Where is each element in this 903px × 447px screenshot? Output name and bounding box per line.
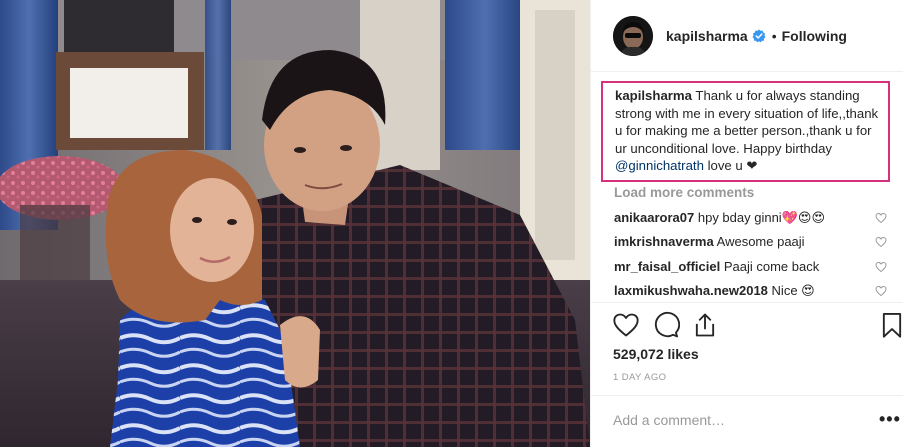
- caption: kapilsharma Thank u for always standing …: [601, 81, 890, 182]
- comment-username[interactable]: anikaarora07: [614, 210, 694, 225]
- add-comment-input[interactable]: [613, 410, 853, 430]
- comment-item: imkrishnaverma Awesome paaji: [614, 233, 889, 251]
- like-count[interactable]: 529,072 likes: [613, 346, 699, 362]
- post-sidebar: kapilsharma • Following kapilsharma Than…: [590, 0, 903, 447]
- verified-badge-icon: [752, 29, 766, 43]
- comment-like-icon[interactable]: [875, 261, 887, 273]
- comment-username[interactable]: imkrishnaverma: [614, 234, 714, 249]
- following-button[interactable]: Following: [782, 28, 847, 44]
- post-image: [0, 0, 590, 447]
- comment-username[interactable]: mr_faisal_officiel: [614, 259, 720, 274]
- comment-text: hpy bday ginni💖😍😍: [697, 210, 825, 225]
- comment-item: laxmikushwaha.new2018 Nice 😍: [614, 282, 889, 300]
- comment-like-icon[interactable]: [875, 212, 887, 224]
- divider: [591, 302, 903, 303]
- more-options-icon[interactable]: •••: [879, 409, 901, 430]
- bookmark-icon[interactable]: [878, 311, 903, 339]
- post-timestamp[interactable]: 1 DAY AGO: [613, 372, 666, 383]
- avatar[interactable]: [613, 15, 653, 56]
- comment-icon[interactable]: [652, 311, 680, 339]
- load-more-comments-button[interactable]: Load more comments: [614, 185, 754, 200]
- caption-mention[interactable]: @ginnichatrath: [615, 158, 704, 173]
- post-header: kapilsharma • Following: [591, 0, 903, 72]
- comment-like-icon[interactable]: [875, 285, 887, 297]
- comment-like-icon[interactable]: [875, 236, 887, 248]
- header-separator: •: [771, 27, 777, 44]
- comment-text: Nice 😍: [771, 283, 815, 298]
- comment-text: Awesome paaji: [716, 234, 805, 249]
- caption-username[interactable]: kapilsharma: [615, 88, 692, 103]
- avatar-image: [613, 15, 653, 56]
- post-photo[interactable]: [0, 0, 590, 447]
- divider: [591, 395, 903, 396]
- caption-suffix: love u ❤: [703, 158, 758, 173]
- comment-text: Paaji come back: [723, 259, 820, 274]
- header-username[interactable]: kapilsharma: [666, 28, 748, 44]
- action-bar: [591, 311, 903, 341]
- heart-icon[interactable]: [612, 311, 640, 339]
- comment-item: anikaarora07 hpy bday ginni💖😍😍: [614, 209, 889, 227]
- comment-item: mr_faisal_officiel Paaji come back: [614, 258, 889, 276]
- share-icon[interactable]: [691, 311, 719, 339]
- comment-username[interactable]: laxmikushwaha.new2018: [614, 283, 768, 298]
